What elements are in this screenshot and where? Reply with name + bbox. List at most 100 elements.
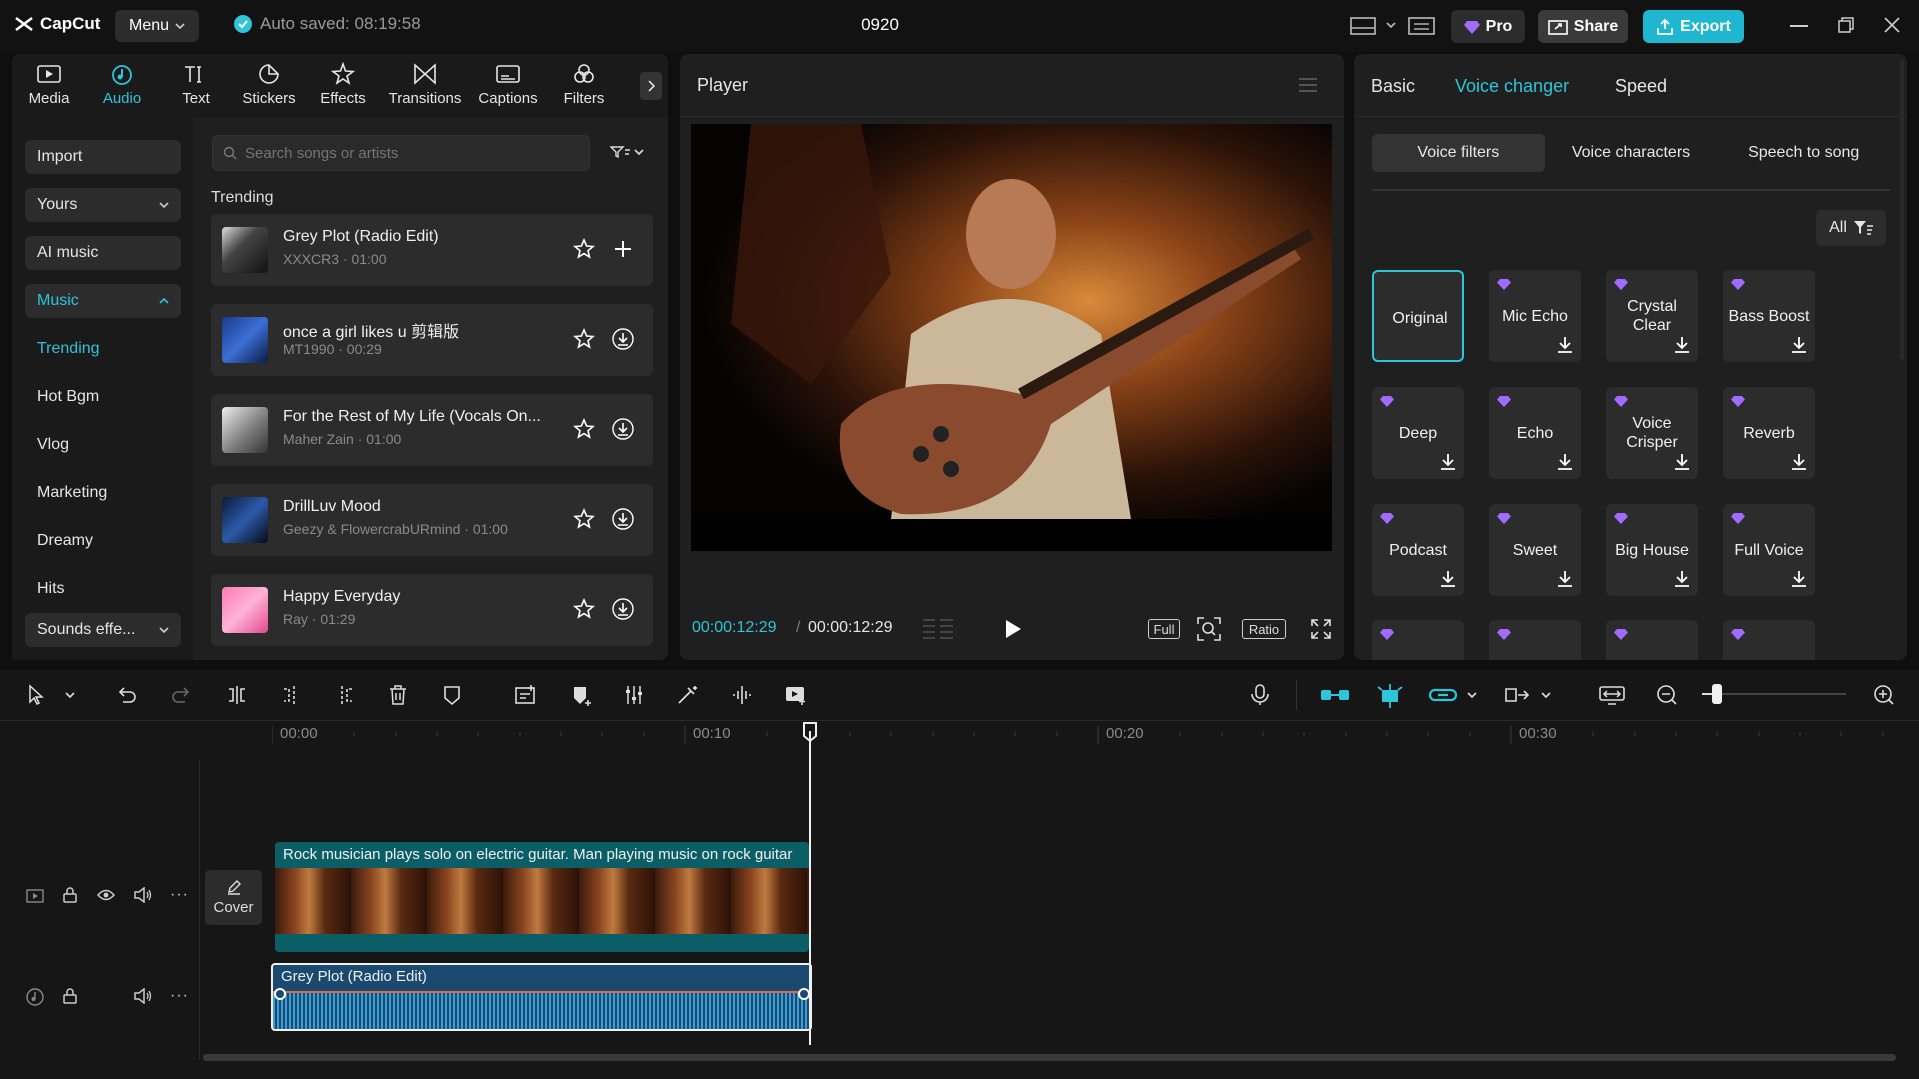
download-icon[interactable] (612, 328, 634, 350)
shortcuts-icon[interactable] (1408, 16, 1436, 36)
fullscreen-icon[interactable] (1310, 618, 1332, 640)
volume-line[interactable] (273, 991, 810, 993)
voice-card-voice-crisper[interactable]: Voice Crisper (1606, 387, 1698, 479)
timeline-view-icon[interactable] (922, 617, 954, 641)
segment-speech-to-song[interactable]: Speech to song (1717, 134, 1890, 172)
tab-speed[interactable]: Speed (1615, 76, 1667, 97)
voice-card-deep[interactable]: Deep (1372, 387, 1464, 479)
filter-all-button[interactable]: All (1816, 210, 1886, 246)
download-icon[interactable] (1674, 336, 1690, 354)
minimize-icon[interactable] (1790, 25, 1808, 27)
tab-audio[interactable]: Audio (85, 62, 159, 112)
more-options-icon[interactable]: ··· (170, 987, 189, 1005)
audio-clip[interactable]: Grey Plot (Radio Edit) (271, 963, 812, 1031)
adjust-icon[interactable] (623, 684, 645, 706)
menu-button[interactable]: Menu (115, 10, 199, 42)
nav-hits[interactable]: Hits (37, 580, 65, 598)
song-item[interactable]: Grey Plot (Radio Edit) XXXCR3 · 01:00 (211, 214, 653, 286)
voice-card-echo[interactable]: Echo (1489, 387, 1581, 479)
layout-icon[interactable] (1350, 16, 1378, 36)
auto-enhance-icon[interactable] (676, 684, 700, 706)
nav-hot-bgm[interactable]: Hot Bgm (37, 388, 99, 406)
song-item[interactable]: once a girl likes u 剪辑版 MT1990 · 00:29 (211, 304, 653, 376)
download-icon[interactable] (1674, 570, 1690, 588)
tab-filters[interactable]: Filters (547, 62, 621, 112)
delete-left-icon[interactable] (280, 684, 302, 706)
volume-icon[interactable] (133, 887, 153, 903)
nav-vlog[interactable]: Vlog (37, 436, 69, 454)
time-ruler[interactable] (272, 722, 1912, 744)
tab-stickers[interactable]: Stickers (232, 62, 306, 112)
lock-icon[interactable] (63, 988, 77, 1004)
chevron-down-icon[interactable] (1467, 692, 1477, 698)
download-icon[interactable] (612, 508, 634, 530)
favorite-star-icon[interactable] (573, 508, 595, 530)
timeline-scrollbar[interactable] (203, 1054, 1896, 1061)
tab-voice-changer[interactable]: Voice changer (1455, 76, 1569, 97)
share-button[interactable]: Share (1538, 10, 1628, 43)
mask-icon[interactable] (570, 684, 594, 708)
sort-filter-button[interactable] (610, 145, 644, 159)
nav-trending[interactable]: Trending (37, 340, 100, 358)
tab-media[interactable]: Media (12, 62, 86, 112)
delete-right-icon[interactable] (334, 684, 356, 706)
voice-card-sweet[interactable]: Sweet (1489, 504, 1581, 596)
download-icon[interactable] (1674, 453, 1690, 471)
zoom-slider-handle[interactable] (1712, 684, 1722, 704)
favorite-star-icon[interactable] (573, 328, 595, 350)
yours-dropdown[interactable]: Yours (25, 188, 181, 222)
download-icon[interactable] (1791, 570, 1807, 588)
playhead-line[interactable] (809, 731, 811, 1045)
restore-icon[interactable] (1838, 17, 1854, 33)
voice-card-original[interactable]: Original (1372, 270, 1464, 362)
download-icon[interactable] (612, 598, 634, 620)
video-preview[interactable] (691, 124, 1332, 551)
right-panel-scrollbar[interactable] (1900, 60, 1904, 360)
favorite-star-icon[interactable] (573, 238, 595, 260)
download-icon[interactable] (1791, 336, 1807, 354)
video-clip[interactable]: Rock musician plays solo on electric gui… (275, 842, 809, 952)
trash-icon[interactable] (387, 684, 409, 706)
zoom-out-icon[interactable] (1656, 684, 1678, 706)
zoom-in-icon[interactable] (1873, 684, 1895, 706)
cover-button[interactable]: Cover (205, 870, 262, 925)
search-input[interactable] (245, 144, 565, 162)
auto-snap-icon[interactable] (1376, 684, 1404, 708)
close-icon[interactable] (1884, 17, 1900, 33)
split-icon[interactable] (226, 684, 248, 706)
freeze-frame-icon[interactable] (784, 684, 808, 706)
download-icon[interactable] (1791, 453, 1807, 471)
voice-card-podcast[interactable]: Podcast (1372, 504, 1464, 596)
tab-transitions[interactable]: Transitions (388, 62, 462, 112)
favorite-star-icon[interactable] (573, 418, 595, 440)
download-icon[interactable] (1557, 453, 1573, 471)
chevron-down-icon[interactable] (1386, 22, 1396, 28)
music-dropdown[interactable]: Music (25, 284, 181, 318)
nav-marketing[interactable]: Marketing (37, 484, 107, 502)
song-item[interactable]: Happy Everyday Ray · 01:29 (211, 574, 653, 646)
fit-timeline-icon[interactable] (1598, 684, 1626, 706)
favorite-star-icon[interactable] (573, 598, 595, 620)
zoom-fit-icon[interactable] (1196, 616, 1222, 642)
tab-text[interactable]: Text (159, 62, 233, 112)
export-button[interactable]: Export (1643, 10, 1744, 43)
zoom-slider-track[interactable] (1702, 693, 1846, 695)
voice-card-full-voice[interactable]: Full Voice (1723, 504, 1815, 596)
ai-music-button[interactable]: AI music (25, 236, 181, 270)
download-icon[interactable] (1557, 570, 1573, 588)
segment-voice-filters[interactable]: Voice filters (1372, 134, 1545, 172)
nav-dreamy[interactable]: Dreamy (37, 532, 93, 550)
preview-axis-icon[interactable] (1504, 684, 1530, 706)
voice-card-mic-echo[interactable]: Mic Echo (1489, 270, 1581, 362)
add-icon[interactable] (612, 238, 634, 260)
project-name[interactable]: 0920 (830, 15, 930, 35)
voice-card-big-house[interactable]: Big House (1606, 504, 1698, 596)
search-box[interactable] (212, 135, 590, 171)
ratio-button[interactable]: Ratio (1242, 619, 1286, 639)
voice-card-partial[interactable] (1606, 620, 1698, 660)
main-track-magnet-icon[interactable] (1320, 684, 1350, 706)
download-icon[interactable] (1557, 336, 1573, 354)
song-item[interactable]: For the Rest of My Life (Vocals On... Ma… (211, 394, 653, 466)
download-icon[interactable] (1440, 570, 1456, 588)
tab-basic[interactable]: Basic (1371, 76, 1415, 97)
